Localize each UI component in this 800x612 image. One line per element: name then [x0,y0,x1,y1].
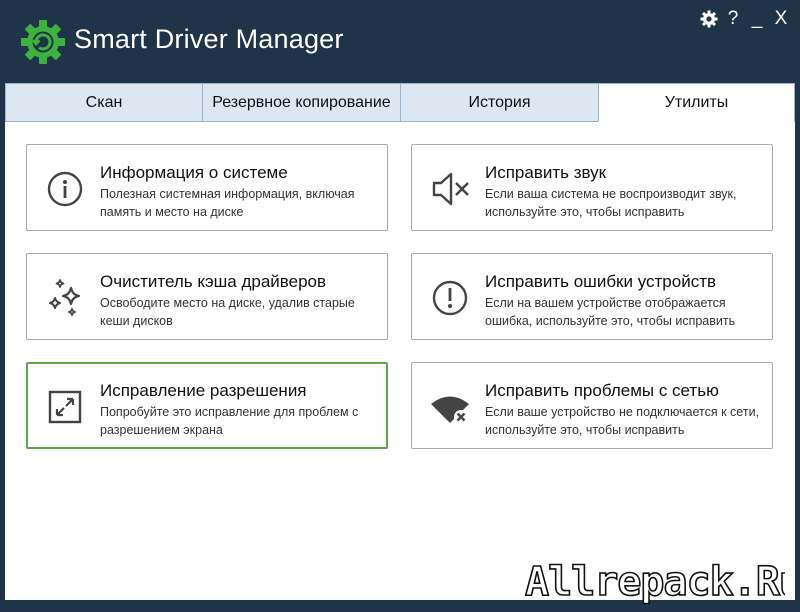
card-description: Если на вашем устройстве отображается ош… [485,296,736,328]
card-system-info[interactable]: Информация о системе Полезная системная … [26,144,388,231]
card-fix-sound[interactable]: Исправить звук Если ваша система не восп… [411,144,773,231]
main-panel: Скан Резервное копирование История Утили… [5,83,800,606]
tab-history[interactable]: История [400,83,599,122]
window-controls: ? _ X [700,4,790,34]
card-driver-cache-cleaner[interactable]: Очиститель кэша драйверов Освободите мес… [26,253,388,340]
card-resolution-fix[interactable]: Исправление разрешения Попробуйте это ис… [26,362,388,449]
watermark: Allrepack.Ru [524,553,800,607]
settings-button[interactable] [700,10,718,28]
card-title: Исправить звук [485,163,607,182]
card-title: Исправление разрешения [100,381,307,400]
app-logo-icon [20,19,66,65]
card-description: Если ваше устройство не подключается к с… [485,405,760,437]
gear-icon [700,10,718,28]
help-button[interactable]: ? [724,8,742,30]
close-button[interactable]: X [772,8,790,30]
minimize-button[interactable]: _ [748,8,766,30]
card-title: Информация о системе [100,163,288,182]
wifi-off-icon [430,387,470,427]
card-title: Исправить проблемы с сетью [485,381,719,400]
speaker-mute-icon [430,169,470,209]
card-title: Исправить ошибки устройств [485,272,717,291]
card-title: Очиститель кэша драйверов [100,272,327,291]
title-bar: Smart Driver Manager ? _ X [0,0,800,84]
card-description: Попробуйте это исправление для проблем с… [100,405,359,437]
card-fix-device-errors[interactable]: Исправить ошибки устройств Если на вашем… [411,253,773,340]
watermark-text: Allrepack.Ru [525,559,785,605]
alert-circle-icon [430,278,470,318]
card-description: Если ваша система не воспроизводит звук,… [485,187,737,219]
tab-utilities[interactable]: Утилиты [598,83,795,122]
sparkle-icon [45,278,85,318]
resize-icon [45,387,85,427]
info-icon [45,169,85,209]
tab-backup[interactable]: Резервное копирование [202,83,401,122]
card-fix-network[interactable]: Исправить проблемы с сетью Если ваше уст… [411,362,773,449]
app-title: Smart Driver Manager [74,24,344,54]
tab-scan[interactable]: Скан [5,83,203,122]
card-description: Освободите место на диске, удалив старые… [100,296,355,328]
tab-bar: Скан Резервное копирование История Утили… [5,83,795,123]
card-description: Полезная системная информация, включая п… [100,187,355,219]
